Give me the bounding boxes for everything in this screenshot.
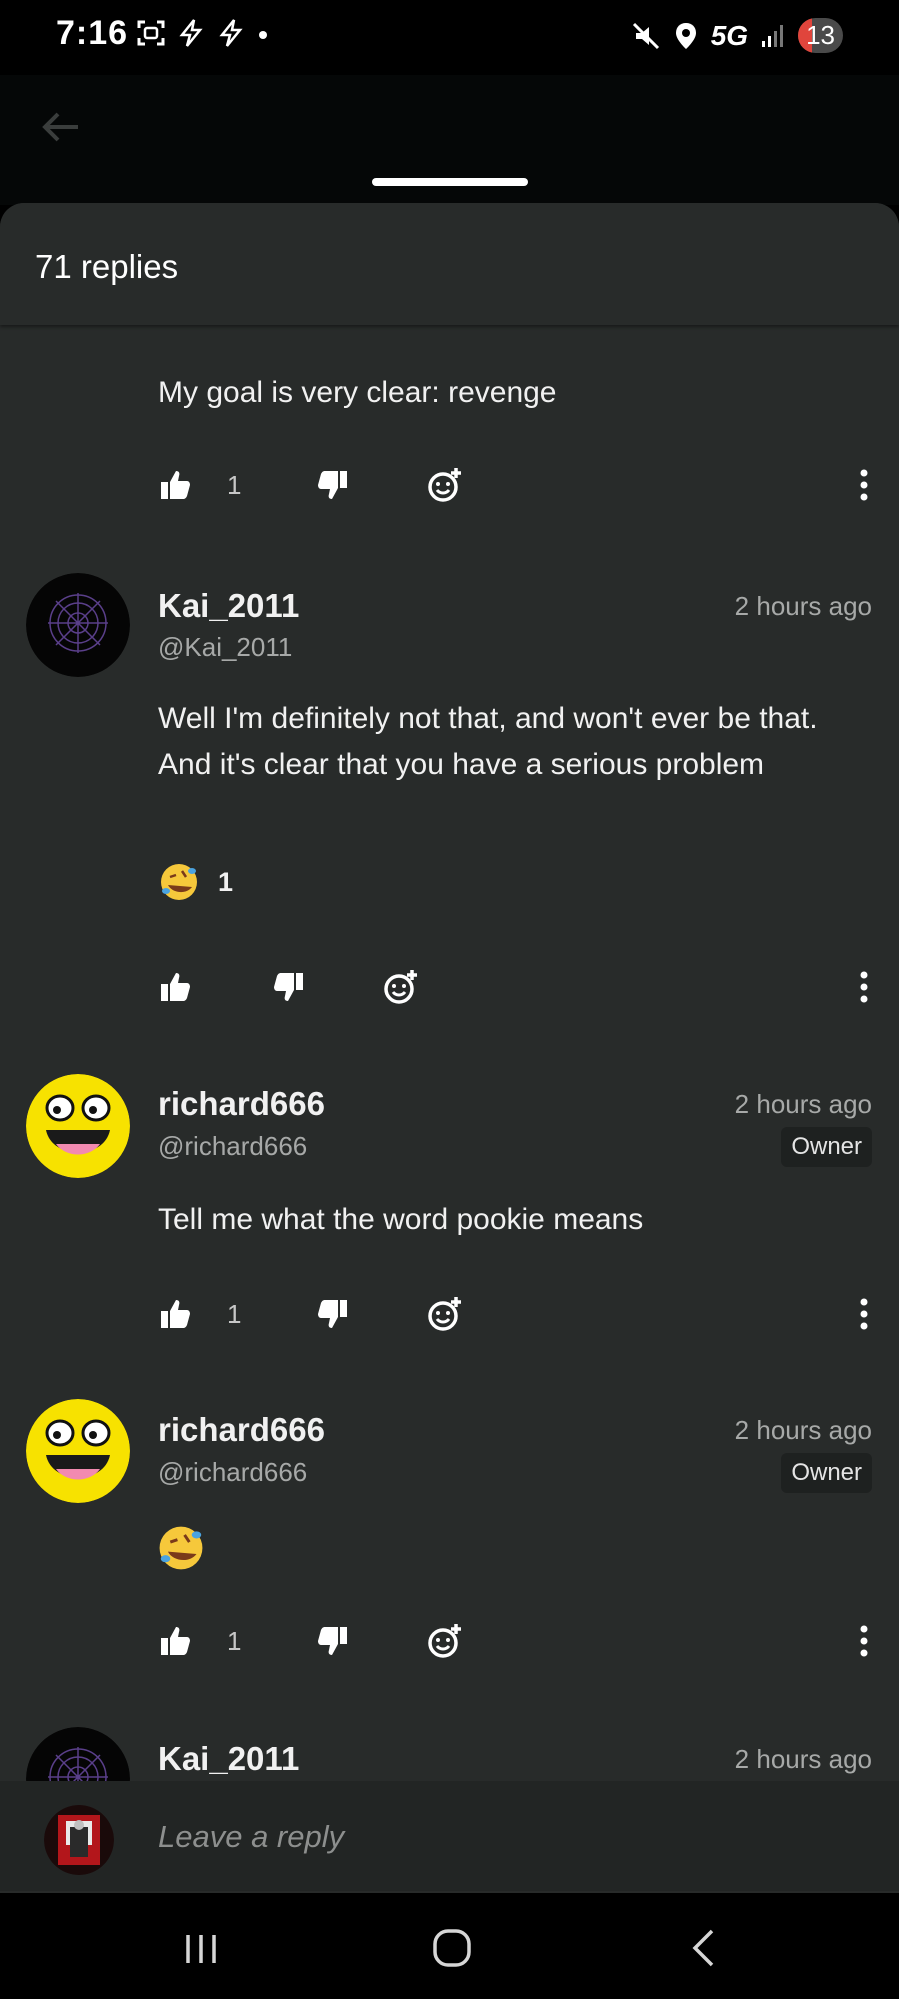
recent-apps-icon[interactable] bbox=[176, 1923, 226, 1973]
sheet-header: 71 replies bbox=[0, 203, 899, 325]
comment-timestamp: 2 hours ago bbox=[734, 591, 872, 621]
comment-timestamp: 2 hours ago bbox=[734, 1415, 872, 1445]
add-reaction-icon[interactable] bbox=[426, 1295, 464, 1333]
like-icon[interactable] bbox=[158, 1624, 192, 1658]
battery-level: 13 bbox=[806, 20, 835, 50]
home-icon[interactable] bbox=[427, 1923, 477, 1973]
lightning-icon bbox=[179, 19, 203, 47]
comment-timestamp: 2 hours ago bbox=[734, 1744, 872, 1774]
like-icon[interactable] bbox=[158, 468, 192, 502]
page-header bbox=[0, 75, 899, 205]
avatar[interactable] bbox=[26, 1399, 130, 1503]
comment-author-name[interactable]: richard666 bbox=[158, 1411, 325, 1449]
owner-badge: Owner bbox=[781, 1453, 872, 1493]
avatar[interactable] bbox=[26, 573, 130, 677]
comment-author-name[interactable]: richard666 bbox=[158, 1085, 325, 1123]
more-options-icon[interactable] bbox=[859, 468, 869, 502]
network-type: 5G bbox=[710, 19, 749, 51]
replies-count-title: 71 replies bbox=[35, 248, 179, 285]
comment-timestamp: 2 hours ago bbox=[734, 1089, 872, 1119]
sheet-drag-handle[interactable] bbox=[372, 178, 528, 186]
avatar[interactable] bbox=[26, 1074, 130, 1178]
reaction-chip[interactable]: 1 bbox=[158, 861, 233, 903]
like-count: 1 bbox=[227, 1626, 242, 1656]
comment-author-handle: @richard666 bbox=[158, 1131, 308, 1161]
comment-author-name[interactable]: Kai_2011 bbox=[158, 1740, 299, 1778]
comment-author-handle: @Kai_2011 bbox=[158, 632, 293, 662]
more-options-icon[interactable] bbox=[859, 970, 869, 1004]
comment-text: My goal is very clear: revenge bbox=[158, 376, 557, 409]
mute-icon bbox=[632, 22, 659, 49]
comment-author-handle: @richard666 bbox=[158, 1457, 308, 1487]
like-icon[interactable] bbox=[158, 1297, 192, 1331]
lightning-icon bbox=[219, 19, 243, 47]
reply-input-bar[interactable]: Leave a reply bbox=[0, 1781, 899, 1891]
signal-icon bbox=[762, 24, 784, 47]
status-bar: 7:16 5G 13 bbox=[0, 0, 899, 75]
rolling-laughing-emoji-icon bbox=[161, 864, 197, 900]
battery-indicator: 13 bbox=[798, 18, 843, 53]
location-icon bbox=[675, 22, 696, 49]
system-navigation-bar bbox=[0, 1893, 899, 1999]
screenshot-icon bbox=[137, 20, 165, 46]
like-icon[interactable] bbox=[158, 970, 192, 1004]
dislike-icon[interactable] bbox=[316, 468, 350, 502]
add-reaction-icon[interactable] bbox=[426, 466, 464, 504]
back-icon[interactable] bbox=[680, 1923, 730, 1973]
more-options-icon[interactable] bbox=[859, 1624, 869, 1658]
more-options-icon[interactable] bbox=[859, 1297, 869, 1331]
reply-input[interactable]: Leave a reply bbox=[158, 1819, 344, 1855]
dislike-icon[interactable] bbox=[316, 1297, 350, 1331]
reaction-count: 1 bbox=[218, 866, 234, 897]
like-count: 1 bbox=[227, 1299, 242, 1329]
rolling-laughing-emoji-icon bbox=[159, 1526, 203, 1570]
dislike-icon[interactable] bbox=[272, 970, 306, 1004]
comment-text: Tell me what the word pookie means bbox=[158, 1203, 644, 1236]
comment-text: Well I'm definitely not that, and won't … bbox=[158, 702, 818, 781]
like-count: 1 bbox=[227, 470, 242, 500]
comment-author-name[interactable]: Kai_2011 bbox=[158, 587, 299, 625]
back-arrow-icon[interactable] bbox=[38, 105, 82, 149]
add-reaction-icon[interactable] bbox=[426, 1622, 464, 1660]
current-user-avatar bbox=[44, 1805, 114, 1875]
dislike-icon[interactable] bbox=[316, 1624, 350, 1658]
status-time: 7:16 bbox=[56, 14, 129, 52]
add-reaction-icon[interactable] bbox=[382, 968, 420, 1006]
status-notification-icons bbox=[136, 18, 270, 48]
owner-badge: Owner bbox=[781, 1127, 872, 1167]
replies-sheet: 71 replies My goal is very clear: reveng… bbox=[0, 203, 899, 1893]
dot-icon bbox=[259, 31, 267, 39]
status-system-icons: 5G 13 bbox=[631, 18, 843, 53]
